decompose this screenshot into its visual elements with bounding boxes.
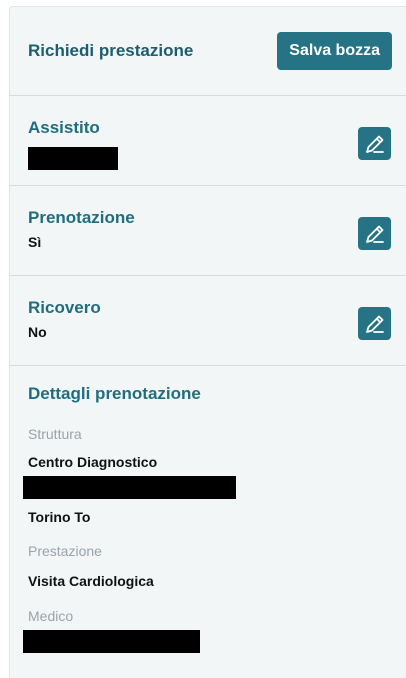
pencil-icon: [365, 135, 384, 153]
prestazione-label: Prestazione: [28, 543, 102, 559]
redacted-value: [28, 147, 118, 170]
edit-prenotazione-button[interactable]: [358, 217, 391, 250]
redacted-value: [23, 476, 236, 499]
section-title-assistito: Assistito: [28, 118, 100, 137]
section-assistito: Assistito: [10, 96, 406, 186]
pencil-icon: [365, 315, 384, 333]
save-draft-button[interactable]: Salva bozza: [277, 32, 392, 70]
struttura-city: Torino To: [28, 509, 91, 525]
redacted-value: [23, 630, 200, 653]
section-title-ricovero: Ricovero: [28, 298, 101, 317]
edit-assistito-button[interactable]: [358, 127, 391, 160]
medico-label: Medico: [28, 608, 74, 624]
details-title: Dettagli prenotazione: [28, 384, 201, 403]
struttura-label: Struttura: [28, 426, 82, 442]
section-prenotazione: Prenotazione Sì: [10, 186, 406, 276]
section-ricovero: Ricovero No: [10, 276, 406, 366]
panel-header: Richiedi prestazione Salva bozza: [10, 7, 406, 96]
request-panel: Richiedi prestazione Salva bozza Assisti…: [9, 6, 406, 678]
struttura-name: Centro Diagnostico: [28, 454, 158, 470]
page-title: Richiedi prestazione: [28, 41, 194, 60]
edit-ricovero-button[interactable]: [358, 307, 391, 340]
section-value-prenotazione: Sì: [28, 234, 42, 250]
section-title-prenotazione: Prenotazione: [28, 208, 135, 227]
section-value-ricovero: No: [28, 324, 47, 340]
pencil-icon: [365, 225, 384, 243]
prestazione-value: Visita Cardiologica: [28, 573, 154, 589]
